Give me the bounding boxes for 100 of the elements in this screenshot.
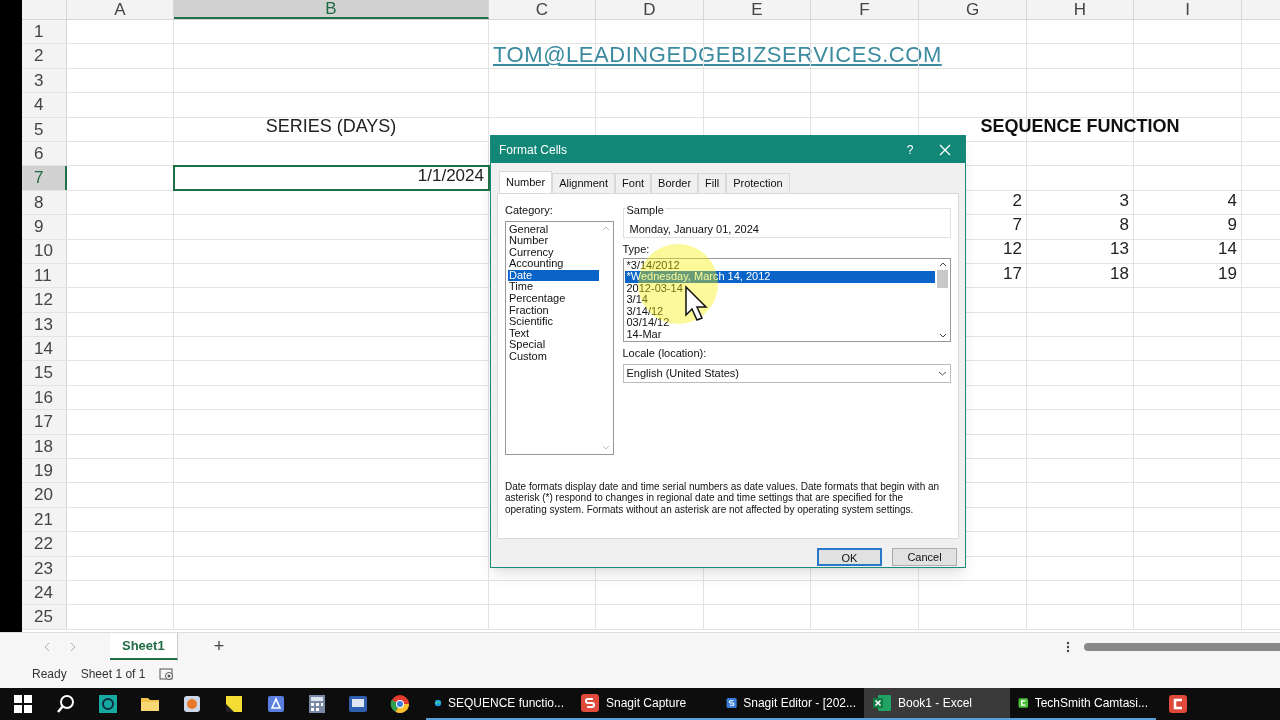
search-icon[interactable] xyxy=(56,694,76,714)
chrome-icon[interactable] xyxy=(390,694,410,714)
row-header[interactable]: 23 xyxy=(22,556,67,580)
row-header[interactable]: 6 xyxy=(22,141,67,166)
email-link[interactable]: TOM@LEADINGEDGEBIZSERVICES.COM xyxy=(493,38,942,72)
windows-icon[interactable] xyxy=(14,695,32,713)
column-header[interactable]: B xyxy=(174,0,489,19)
row-header[interactable]: 11 xyxy=(22,263,67,288)
taskbar-button[interactable]: Book1 - Excel xyxy=(864,688,1010,720)
category-item[interactable]: Date xyxy=(508,269,599,282)
cell-value: 19 xyxy=(1218,262,1237,285)
sheet-count-text: Sheet 1 of 1 xyxy=(80,666,146,683)
dialog-tab[interactable]: Protection xyxy=(726,173,790,193)
row-header[interactable]: 5 xyxy=(22,117,67,141)
category-item[interactable]: Special xyxy=(508,339,599,352)
more-options-icon[interactable] xyxy=(1066,640,1070,653)
macro-record-icon[interactable] xyxy=(159,667,176,681)
row-header[interactable]: 1 xyxy=(22,20,67,44)
type-item[interactable]: 03/14/12 xyxy=(624,317,935,330)
category-item[interactable]: Number xyxy=(508,235,599,247)
add-sheet-button[interactable]: + xyxy=(213,633,225,660)
dialog-tab[interactable]: Border xyxy=(651,173,699,193)
help-button[interactable]: ? xyxy=(895,140,925,159)
description-text: Date formats display date and time serial numbers as date values. Date formats that begin with an asterisk (*) respond to changes in regional date and time settings that are specified for the operating system. Formats without an asterisk are not affected by operating system settings. xyxy=(505,480,941,515)
category-item[interactable]: Scientific xyxy=(508,316,599,328)
cancel-button[interactable]: Cancel xyxy=(892,548,957,566)
cell-value: 8 xyxy=(1119,214,1129,236)
row-header[interactable]: 9 xyxy=(22,215,67,239)
scrollbar-thumb[interactable] xyxy=(937,269,948,288)
dialog-tab[interactable]: Number xyxy=(499,171,553,193)
row-header[interactable]: 14 xyxy=(22,337,67,361)
column-header[interactable]: H xyxy=(1027,0,1134,19)
dialog-tab[interactable]: Font xyxy=(615,173,652,193)
category-item[interactable]: Currency xyxy=(508,246,599,259)
row-header[interactable]: 3 xyxy=(22,68,67,93)
category-item[interactable]: Fraction xyxy=(508,304,599,317)
column-header[interactable]: E xyxy=(704,0,811,19)
cell-text: SERIES (DAYS) xyxy=(265,114,397,138)
app-icon[interactable] xyxy=(98,694,118,714)
dialog-tab[interactable]: Fill xyxy=(698,173,727,193)
category-item[interactable]: Percentage xyxy=(508,293,599,305)
category-item[interactable]: Text xyxy=(508,327,599,340)
type-item[interactable]: 14-Mar xyxy=(624,329,935,341)
sheet-tab[interactable]: Sheet1 xyxy=(110,633,178,660)
category-item[interactable]: Time xyxy=(508,281,599,294)
dialog-tab[interactable]: Alignment xyxy=(552,173,616,193)
row-header[interactable]: 19 xyxy=(22,459,67,483)
locale-label: Locale (location): xyxy=(622,345,708,361)
category-label: Category: xyxy=(505,203,554,218)
scroll-up-icon[interactable] xyxy=(938,261,947,267)
category-list[interactable]: General Number Currency Accounting Date Time Percentage Fraction Scientific Text Special Custom xyxy=(505,220,614,455)
cell-value: 14 xyxy=(1218,238,1237,261)
excel-icon xyxy=(872,693,892,713)
row-header[interactable]: 20 xyxy=(22,483,67,507)
row-header[interactable]: 4 xyxy=(22,93,67,117)
row-header[interactable]: 7 xyxy=(22,166,67,190)
cell-value: 17 xyxy=(1003,262,1022,285)
type-item[interactable]: 3/14/12 xyxy=(624,305,935,318)
dialog-title: Format Cells xyxy=(499,141,568,159)
locale-dropdown[interactable]: English (United States) xyxy=(622,364,951,383)
column-header[interactable]: I xyxy=(1134,0,1242,19)
column-header[interactable]: F xyxy=(811,0,919,19)
row-header[interactable]: 15 xyxy=(22,361,67,385)
row-header[interactable]: 24 xyxy=(22,581,67,605)
cell-value: 3 xyxy=(1119,189,1129,212)
row-header[interactable]: 12 xyxy=(22,288,67,312)
app-icon[interactable] xyxy=(266,694,286,714)
row-header[interactable]: 18 xyxy=(22,434,67,459)
column-header[interactable]: D xyxy=(596,0,704,19)
row-header[interactable]: 8 xyxy=(22,190,67,215)
row-header[interactable]: 16 xyxy=(22,385,67,410)
row-header[interactable]: 17 xyxy=(22,410,67,434)
media-icon[interactable] xyxy=(182,694,202,714)
sample-value: Monday, January 01, 2024 xyxy=(629,223,759,235)
sticky-note-icon[interactable] xyxy=(224,694,244,714)
category-item[interactable]: General xyxy=(508,223,599,236)
column-header[interactable]: C xyxy=(489,0,596,19)
row-header[interactable]: 2 xyxy=(22,44,67,68)
close-icon[interactable] xyxy=(939,143,951,156)
row-header[interactable]: 21 xyxy=(22,507,67,532)
app-icon[interactable] xyxy=(1168,694,1188,714)
column-header[interactable]: G xyxy=(919,0,1027,19)
cell-value: 4 xyxy=(1227,189,1237,212)
row-header[interactable]: 13 xyxy=(22,312,67,337)
scroll-down-icon[interactable] xyxy=(938,332,947,338)
category-item[interactable]: Custom xyxy=(508,351,599,363)
dropdown-caret-icon xyxy=(938,371,947,376)
row-header[interactable]: 10 xyxy=(22,239,67,263)
row-header[interactable]: 25 xyxy=(22,605,67,629)
cell-value: 13 xyxy=(1110,238,1129,261)
category-item[interactable]: Accounting xyxy=(508,258,599,270)
calculator-icon[interactable] xyxy=(308,694,326,714)
cell-value: 9 xyxy=(1227,214,1237,236)
cell-value: 1/1/2024 xyxy=(417,165,484,188)
type-item[interactable]: 3/14 xyxy=(624,294,935,306)
horizontal-scrollbar[interactable] xyxy=(1084,642,1280,651)
app-icon[interactable] xyxy=(348,694,368,714)
row-header[interactable]: 22 xyxy=(22,532,67,556)
heading-text: SEQUENCE FUNCTION xyxy=(980,114,1180,138)
ok-button[interactable]: OK xyxy=(817,548,882,566)
